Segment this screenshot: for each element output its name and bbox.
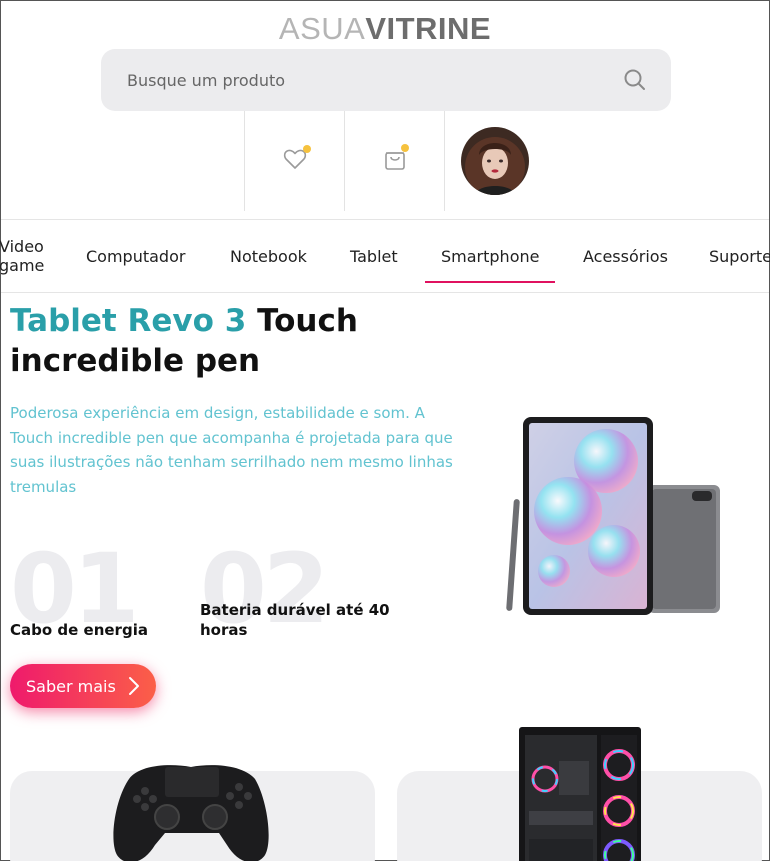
logo-light-text: ASUA <box>278 11 366 46</box>
profile-button[interactable] <box>444 111 544 211</box>
favorites-button[interactable] <box>244 111 344 211</box>
nav-item-acessorios[interactable]: Acessórios <box>583 220 668 292</box>
avatar[interactable] <box>460 127 529 195</box>
cart-button[interactable] <box>344 111 444 211</box>
favorites-badge-dot <box>303 145 311 153</box>
saber-mais-label: Saber mais <box>26 676 116 696</box>
feature-1-label: Cabo de energia <box>10 621 148 639</box>
nav-item-notebook[interactable]: Notebook <box>230 220 307 292</box>
tablet-product-image <box>496 411 726 621</box>
game-controller-image <box>109 759 274 861</box>
gaming-pc-image <box>515 721 645 861</box>
site-logo[interactable]: ASUAVITRINE <box>1 11 769 47</box>
search-icon[interactable] <box>623 68 647 92</box>
category-nav: Video game Computador Notebook Tablet Sm… <box>0 219 770 293</box>
nav-item-suporte[interactable]: Suporte <box>709 220 770 292</box>
saber-mais-button[interactable]: Saber mais <box>10 664 156 708</box>
heart-icon <box>283 148 307 174</box>
feature-2-label: Bateria durável até 40 horas <box>200 601 390 639</box>
hero-title: Tablet Revo 3 Touch incredible pen <box>10 301 430 381</box>
search-bar <box>101 49 671 111</box>
search-input[interactable] <box>127 70 623 90</box>
logo-bold-text: VITRINE <box>365 11 492 46</box>
nav-item-smartphone[interactable]: Smartphone <box>424 220 557 292</box>
nav-item-tablet[interactable]: Tablet <box>350 220 398 292</box>
chevron-right-icon <box>128 676 140 700</box>
hero-title-accent: Tablet Revo 3 <box>10 303 247 339</box>
cart-badge-dot <box>401 144 409 152</box>
hero-description: Poderosa experiência em design, estabili… <box>10 404 453 496</box>
nav-item-computador[interactable]: Computador <box>86 220 185 292</box>
nav-item-videogame[interactable]: Video game <box>0 220 47 292</box>
header-actions <box>244 111 544 211</box>
